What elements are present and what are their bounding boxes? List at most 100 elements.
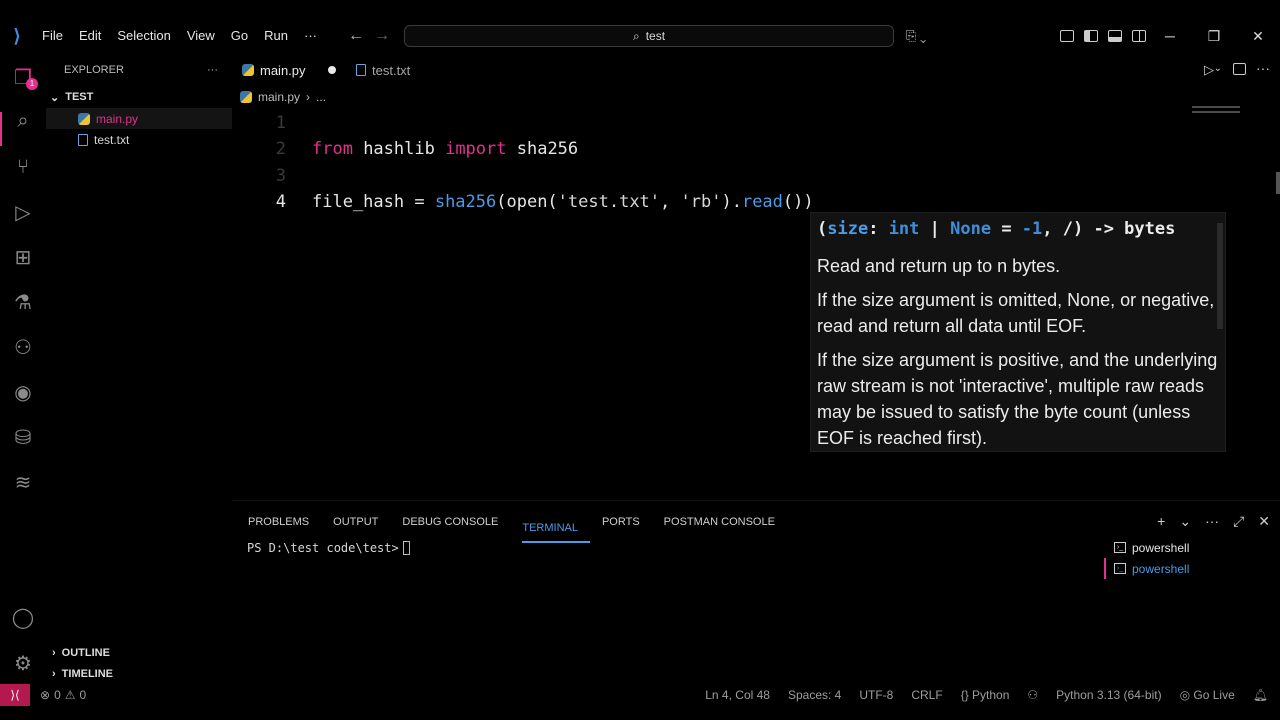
punct: ,	[660, 192, 681, 213]
outline-section[interactable]: › OUTLINE	[46, 642, 232, 663]
language-mode[interactable]: {} Python	[961, 688, 1010, 702]
more-actions-icon[interactable]: ···	[1205, 513, 1219, 530]
terminal-item[interactable]: ›_ powershell	[1104, 558, 1280, 579]
file-item-test-txt[interactable]: test.txt	[46, 129, 232, 150]
search-text: test	[645, 29, 666, 43]
tab-problems[interactable]: PROBLEMS	[248, 501, 321, 543]
python-interpreter[interactable]: Python 3.13 (64-bit)	[1056, 688, 1161, 702]
command-center-search[interactable]: ⌕ test	[404, 25, 894, 47]
search-activity-icon[interactable]: ⌕	[10, 108, 36, 134]
restore-icon[interactable]: ❐	[1192, 28, 1236, 45]
customize-layout-icon[interactable]	[1060, 30, 1074, 42]
split-editor-icon[interactable]	[1233, 63, 1246, 75]
breadcrumb-more[interactable]: ...	[316, 90, 326, 104]
keyword: import	[445, 139, 507, 160]
account-icon[interactable]: ◯	[10, 604, 36, 630]
menu-run[interactable]: Run	[256, 18, 296, 54]
warning-count: 0	[79, 688, 87, 702]
menu-edit[interactable]: Edit	[71, 18, 109, 54]
copilot-status-icon[interactable]: ⚇	[1027, 688, 1038, 702]
method-call: read	[741, 192, 783, 213]
indentation[interactable]: Spaces: 4	[788, 688, 841, 702]
source-control-icon[interactable]: ⑂	[10, 154, 36, 180]
sig-punct: =	[991, 219, 1022, 239]
tab-ports[interactable]: PORTS	[602, 501, 652, 543]
tab-test-txt[interactable]: test.txt	[346, 54, 420, 86]
unsaved-dot-icon[interactable]	[328, 66, 336, 74]
cursor-position[interactable]: Ln 4, Col 48	[705, 688, 770, 702]
minimize-icon[interactable]: ─	[1148, 28, 1192, 44]
chevron-right-icon: ›	[52, 646, 56, 659]
sig-type: int	[888, 219, 920, 239]
module-name: hashlib	[352, 139, 446, 160]
menu-bar: File Edit Selection View Go Run ···	[34, 18, 325, 54]
toggle-panel-icon[interactable]	[1108, 30, 1122, 42]
doc-paragraph: Read and return up to n bytes.	[817, 256, 1061, 276]
menu-file[interactable]: File	[34, 18, 71, 54]
more-actions-icon[interactable]: ···	[1256, 60, 1270, 76]
terminal-item[interactable]: ›_ powershell	[1104, 537, 1280, 558]
chevron-down-icon[interactable]: ⌄	[1179, 513, 1191, 530]
forward-arrow-icon[interactable]: →	[374, 27, 390, 45]
activity-bar: ❐ 1 ⌕ ⑂ ▷ ⊞ ⚗ ⚇ ◉ ⛁ ≋ ◯ ⚙	[0, 54, 46, 684]
panel-actions: + ⌄ ··· ⤢ ✕	[1157, 513, 1270, 530]
close-panel-icon[interactable]: ✕	[1258, 513, 1270, 530]
encoding[interactable]: UTF-8	[859, 688, 893, 702]
code-line: 2 from hashlib import sha256	[232, 136, 1280, 162]
notifications-bell-icon[interactable]: 🔔︎	[1253, 688, 1268, 702]
timeline-section[interactable]: › TIMELINE	[46, 663, 232, 684]
terminal-cursor	[402, 541, 410, 555]
copilot-icon[interactable]: ⎘ ⌄	[906, 18, 926, 54]
menu-go[interactable]: Go	[223, 18, 256, 54]
new-terminal-icon[interactable]: +	[1157, 513, 1165, 530]
window-controls: ─ ❐ ✕	[1148, 18, 1280, 54]
code-text: from hashlib import sha256	[288, 139, 578, 159]
tab-output[interactable]: OUTPUT	[333, 501, 390, 543]
toggle-primary-sidebar-icon[interactable]	[1084, 30, 1098, 42]
layers-icon[interactable]: ≋	[10, 469, 36, 495]
navigation-arrows: ← →	[348, 18, 390, 54]
file-item-main-py[interactable]: main.py	[46, 108, 232, 129]
database-icon[interactable]: ⛁	[10, 424, 36, 450]
maximize-panel-icon[interactable]: ⤢	[1233, 513, 1244, 530]
line-number: 2	[275, 139, 286, 160]
settings-gear-icon[interactable]: ⚙	[10, 650, 36, 676]
doc-paragraph: If the size argument is positive, and th…	[817, 350, 1218, 448]
terminal-label: powershell	[1132, 561, 1190, 576]
timeline-label: TIMELINE	[61, 667, 114, 680]
end-of-line[interactable]: CRLF	[911, 688, 942, 702]
tab-debug-console[interactable]: DEBUG CONSOLE	[402, 501, 510, 543]
testing-flask-icon[interactable]: ⚗	[10, 289, 36, 315]
close-icon[interactable]: ✕	[1236, 28, 1280, 45]
code-line: 3	[232, 163, 1280, 189]
extensions-icon[interactable]: ⊞	[10, 244, 36, 270]
chevron-down-icon[interactable]: ⌄	[1214, 63, 1222, 74]
code-line: 1	[232, 110, 1280, 136]
explorer-more-icon[interactable]: ···	[207, 64, 218, 76]
python-file-icon	[242, 64, 254, 76]
menu-more[interactable]: ···	[296, 18, 325, 54]
menu-selection[interactable]: Selection	[109, 18, 178, 54]
toggle-secondary-sidebar-icon[interactable]	[1132, 30, 1146, 42]
run-debug-icon[interactable]: ▷	[10, 199, 36, 225]
tab-postman-console[interactable]: POSTMAN CONSOLE	[664, 501, 787, 543]
tab-terminal[interactable]: TERMINAL	[522, 513, 590, 543]
breadcrumb-file[interactable]: main.py	[258, 90, 300, 104]
python-icon[interactable]: ⚇	[10, 334, 36, 360]
code-editor[interactable]: 1 2 from hashlib import sha256 3 4 file_…	[232, 110, 1280, 215]
tooltip-scrollbar[interactable]	[1217, 223, 1223, 329]
run-python-icon[interactable]: ▷	[1204, 62, 1214, 78]
remote-explorer-icon[interactable]: ◉	[10, 379, 36, 405]
text-file-icon	[78, 133, 88, 146]
code-text: file_hash = sha256(open('test.txt', 'rb'…	[288, 192, 814, 212]
terminal-output[interactable]: PS D:\test code\test>	[247, 541, 410, 555]
menu-view[interactable]: View	[179, 18, 223, 54]
explorer-badge: 1	[26, 78, 38, 90]
folder-test[interactable]: ⌄ TEST	[46, 86, 232, 108]
go-live[interactable]: ◎ Go Live	[1180, 688, 1235, 702]
back-arrow-icon[interactable]: ←	[348, 27, 364, 45]
remote-indicator-icon[interactable]: ⟩⟨	[0, 684, 30, 706]
problems-status[interactable]: ⊗ 0 ⚠ 0	[30, 688, 86, 702]
breadcrumb-separator: ›	[306, 90, 311, 104]
tab-main-py[interactable]: main.py	[232, 54, 346, 86]
